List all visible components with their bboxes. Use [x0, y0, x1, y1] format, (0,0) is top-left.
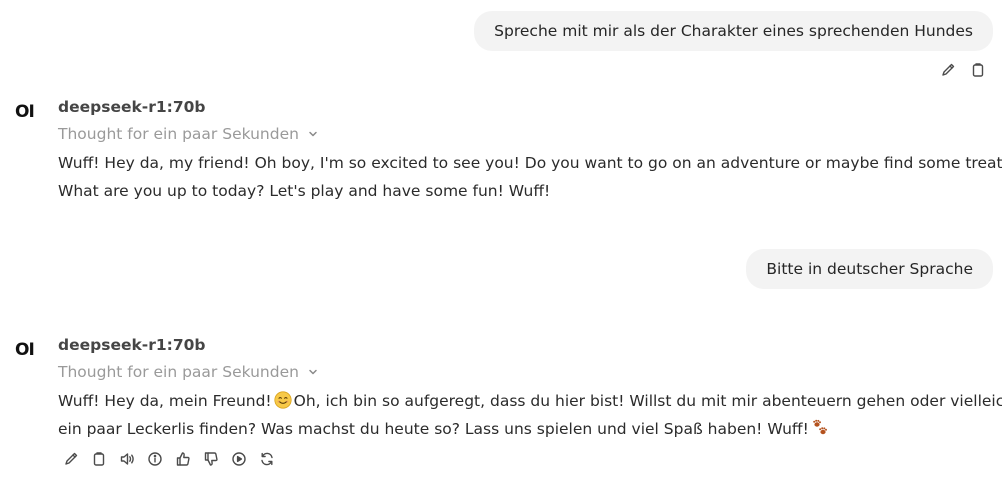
chevron-down-icon: [309, 131, 317, 137]
play-icon[interactable]: [231, 451, 247, 467]
reply-line: ein paar Leckerlis finden? Was machst du…: [58, 415, 988, 443]
thought-toggle[interactable]: Thought for ein paar Sekunden: [58, 363, 319, 381]
reply-line: Wuff! Hey da, mein Freund! Oh, ich bin s…: [58, 387, 1002, 415]
assistant-message-actions: [63, 451, 275, 467]
model-name: deepseek-r1:70b: [58, 336, 206, 354]
speaker-icon[interactable]: [119, 451, 135, 467]
reply-text: ein paar Leckerlis finden? Was machst du…: [58, 420, 809, 438]
paw-prints-emoji: [813, 419, 827, 435]
smiling-face-emoji: [274, 391, 292, 409]
copy-icon[interactable]: [970, 62, 986, 78]
thought-label: Thought for ein paar Sekunden: [58, 363, 299, 381]
reply-line: Wuff! Hey da, my friend! Oh boy, I'm so …: [58, 154, 1002, 172]
model-name: deepseek-r1:70b: [58, 98, 206, 116]
chevron-down-icon: [309, 369, 317, 375]
edit-icon[interactable]: [63, 451, 79, 467]
assistant-reply: Wuff! Hey da, my friend! Oh boy, I'm so …: [58, 149, 1002, 205]
assistant-reply: Wuff! Hey da, mein Freund! Oh, ich bin s…: [58, 387, 1002, 443]
reply-line: What are you up to today? Let's play and…: [58, 182, 551, 200]
reply-text: Wuff! Hey da, mein Freund!: [58, 392, 272, 410]
user-message-bubble: Bitte in deutscher Sprache: [746, 249, 993, 289]
thumbs-up-icon[interactable]: [175, 451, 191, 467]
model-avatar: OI: [15, 102, 35, 122]
edit-icon[interactable]: [940, 62, 956, 78]
reply-text: Oh, ich bin so aufgeregt, dass du hier b…: [293, 392, 1002, 410]
regenerate-icon[interactable]: [259, 451, 275, 467]
thought-toggle[interactable]: Thought for ein paar Sekunden: [58, 125, 319, 143]
thumbs-down-icon[interactable]: [203, 451, 219, 467]
user-message-text: Sprechе mit mir als der Charakter eines …: [494, 22, 973, 40]
user-message-text: Bitte in deutscher Sprache: [766, 260, 973, 278]
info-icon[interactable]: [147, 451, 163, 467]
copy-icon[interactable]: [91, 451, 107, 467]
thought-label: Thought for ein paar Sekunden: [58, 125, 299, 143]
chat-page: Sprechе mit mir als der Charakter eines …: [0, 0, 1002, 481]
user-message-bubble: Sprechе mit mir als der Charakter eines …: [474, 11, 993, 51]
model-avatar: OI: [15, 340, 35, 360]
user-message-actions: [940, 62, 986, 78]
